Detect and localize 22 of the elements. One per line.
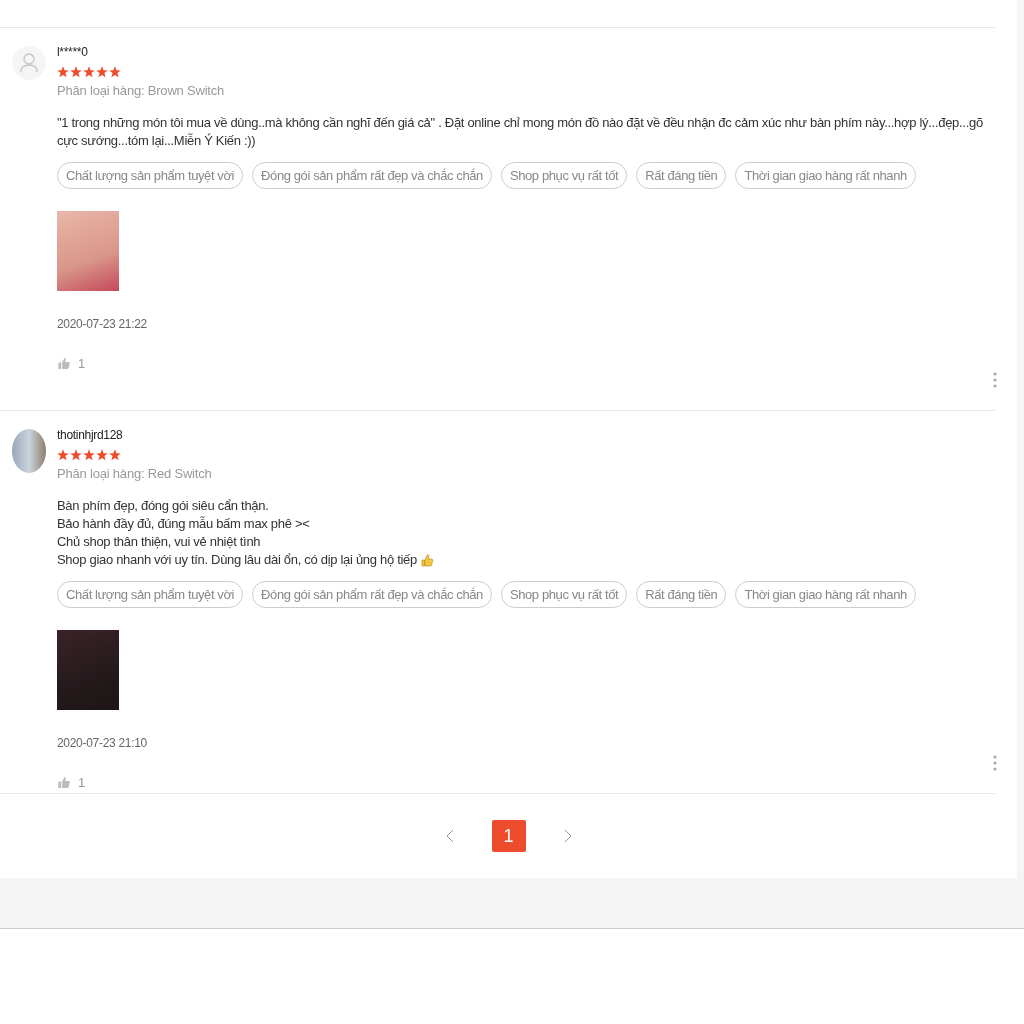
username: l*****0 [57, 45, 89, 61]
photo-placeholder[interactable] [57, 630, 119, 710]
like-count: 1 [78, 775, 86, 790]
more-options-icon[interactable] [993, 372, 997, 388]
page-button[interactable]: 1 [491, 820, 526, 852]
thumbs-up-icon[interactable] [57, 776, 71, 789]
variation-label: Phân loại hàng: Brown Switch [57, 83, 226, 98]
more-options-icon[interactable] [993, 755, 997, 771]
previous-page-icon[interactable] [445, 829, 454, 843]
review-time: 2020-07-23 21:10 [57, 736, 148, 750]
review-text: Bảo hành đầy đủ, đúng mẫu bấm max phê >< [57, 515, 310, 533]
username: thotinhjrd128 [57, 428, 124, 444]
review-text: Chủ shop thân thiện, vui vẻ nhiệt tình [57, 533, 261, 551]
review-time: 2020-07-23 21:22 [57, 317, 148, 331]
review-text: "1 trong những món tôi mua về dùng..mà không cần nghĩ đến giá cả" . Đặt online chỉ mong món đồ nào đặt về đều nhận đc cảm xúc như bàn phím này...hợp lý...đẹp...gõ cực sướng...tóm lại...Miễn Ý Kiến :)) [57, 114, 984, 150]
thumbs-up-icon[interactable] [57, 357, 71, 370]
variation-label: Phân loại hàng: Red Switch [57, 466, 213, 481]
review-text: Bàn phím đẹp, đóng gói siêu cẩn thận. [57, 497, 269, 515]
photo-placeholder[interactable] [57, 211, 119, 291]
next-page-icon[interactable] [563, 829, 572, 843]
review-text: Shop giao nhanh với uy tín. Dùng lâu dài ổn, có dịp lại ủng hộ tiếp [57, 551, 417, 569]
like-count: 1 [78, 356, 86, 371]
